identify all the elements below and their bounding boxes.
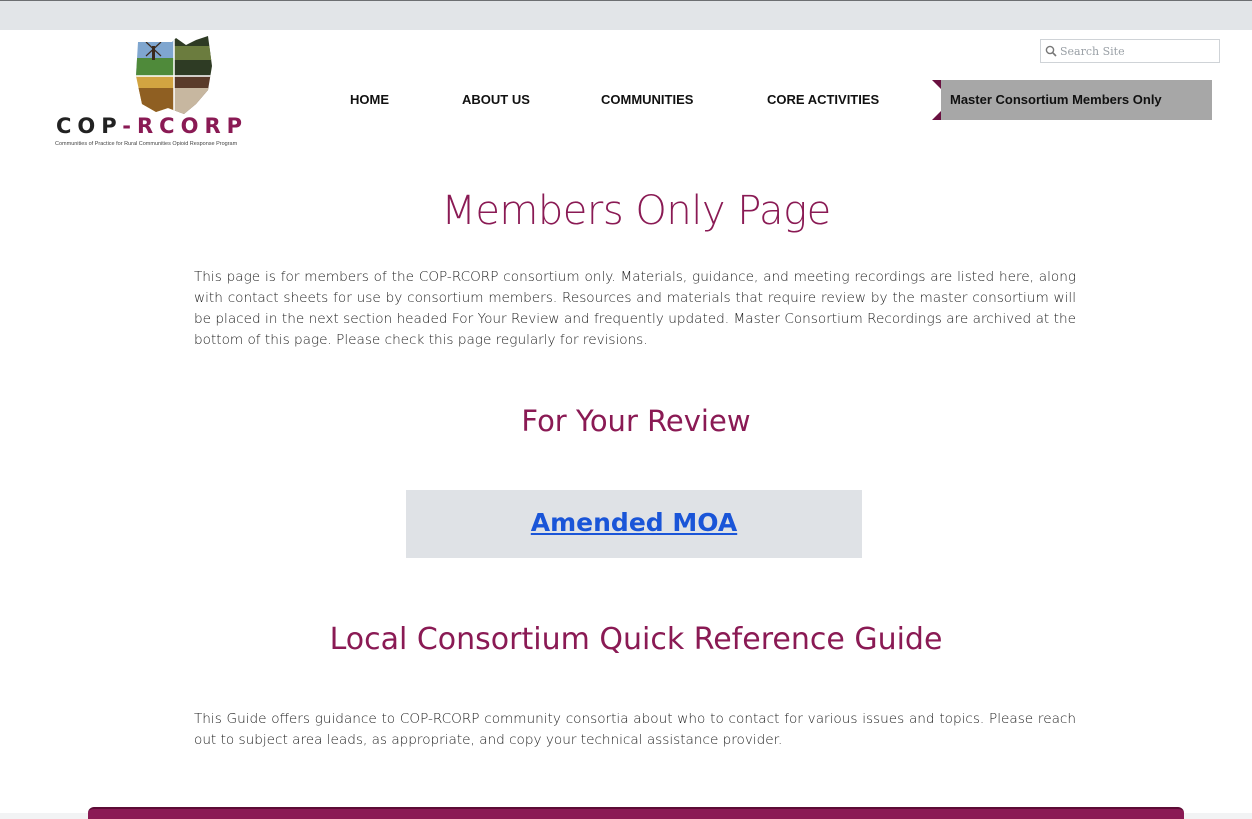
nav-master-consortium-members[interactable]: Master Consortium Members Only [941, 80, 1212, 120]
section-bar [88, 807, 1184, 819]
nav-core-activities[interactable]: CORE ACTIVITIES [767, 92, 879, 107]
search-input[interactable] [1060, 41, 1210, 61]
ohio-map-logo-icon [136, 36, 212, 114]
logo-tagline: Communities of Practice for Rural Commun… [55, 141, 238, 147]
nav-home[interactable]: HOME [350, 92, 389, 107]
nav-tab-notch-bottom [932, 111, 941, 120]
nav-tab-notch-top [932, 80, 941, 89]
guide-heading: Local Consortium Quick Reference Guide [329, 622, 943, 657]
page-title: Members Only Page [441, 188, 831, 234]
magnifier-icon [1045, 45, 1057, 57]
nav-communities[interactable]: COMMUNITIES [601, 92, 693, 107]
site-logo[interactable]: COP-RCORP Communities of Practice for Ru… [54, 36, 294, 148]
intro-paragraph: This page is for members of the COP-RCOR… [194, 269, 1076, 348]
nav-about-us[interactable]: ABOUT US [462, 92, 530, 107]
browser-top-strip [0, 0, 1252, 30]
guide-paragraph: This Guide offers guidance to COP-RCORP … [194, 711, 1076, 748]
review-box: Amended MOA [406, 490, 862, 558]
search-box[interactable] [1040, 39, 1220, 63]
amended-moa-link[interactable]: Amended MOA [531, 508, 737, 537]
logo-wordmark: COP-RCORP [56, 114, 249, 138]
review-heading: For Your Review [521, 404, 751, 438]
